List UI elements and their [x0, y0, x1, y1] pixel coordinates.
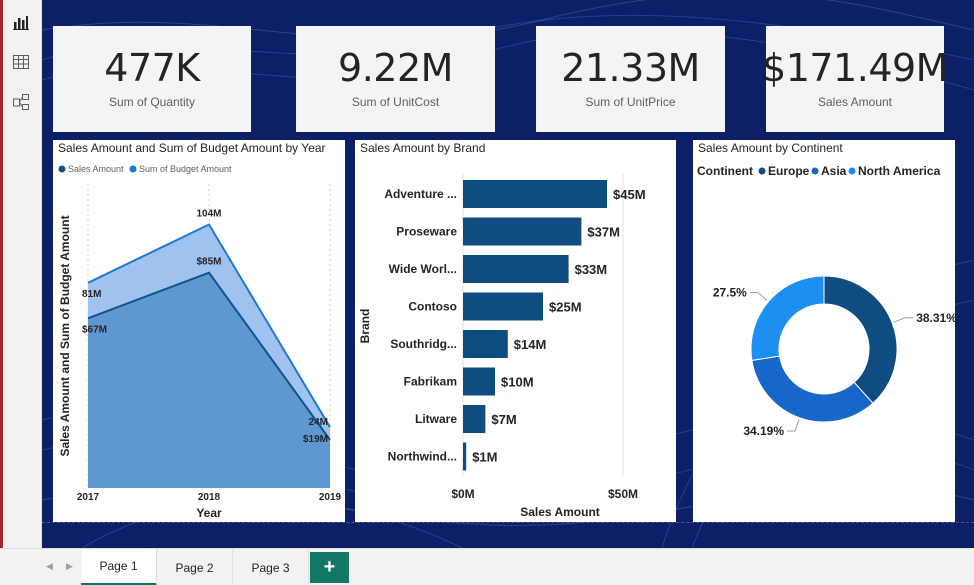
rail-accent-edge: [0, 0, 3, 548]
budget-data-label: 81M: [82, 289, 101, 300]
legend-item-sales: Sales Amount: [68, 164, 124, 174]
legend-marker-europe: [758, 167, 766, 175]
kpi-value: 21.33M: [561, 46, 700, 90]
x-tick-label: 2019: [319, 492, 342, 503]
x-tick-label: 2017: [77, 492, 100, 503]
kpi-card-unitcost[interactable]: 9.22M Sum of UnitCost: [296, 26, 495, 132]
legend-item-europe: Europe: [768, 164, 810, 178]
add-page-button[interactable]: +: [310, 552, 349, 583]
bar-chart: Adventure ... $45M Proseware $37M Wide Worl.…: [358, 174, 646, 519]
legend-marker-asia: [811, 167, 819, 175]
page-tab-bar: ◀ ▶ Page 1 Page 2 Page 3 +: [0, 548, 974, 585]
donut-chart: Continent Europe Asia North America 38.3…: [697, 164, 955, 438]
bar-data-label: $10M: [501, 375, 534, 390]
kpi-label: Sales Amount: [817, 95, 893, 109]
y-category-label: Wide Worl...: [389, 262, 457, 276]
bar-data-label: $14M: [514, 337, 547, 352]
y-category-label: Contoso: [408, 300, 457, 314]
budget-data-label: 104M: [196, 209, 221, 220]
bar-data-label: $1M: [472, 450, 497, 465]
kpi-label: Sum of Quantity: [108, 95, 196, 109]
slice-data-label: 34.19%: [743, 424, 784, 438]
donut-slice[interactable]: [751, 355, 874, 423]
bar[interactable]: [463, 292, 543, 321]
bar[interactable]: [463, 330, 508, 358]
model-view-icon[interactable]: [9, 90, 33, 114]
y-category-label: Northwind...: [388, 450, 457, 464]
next-page-arrow-icon[interactable]: ▶: [66, 561, 73, 572]
tab-page-1[interactable]: Page 1: [81, 549, 157, 585]
legend-marker-budget: [129, 165, 137, 173]
kpi-label: Sum of UnitCost: [351, 95, 440, 109]
x-axis-title: Sales Amount: [520, 505, 600, 519]
x-tick-label: $50M: [608, 487, 638, 501]
donut-legend: Continent Europe Asia North America: [697, 164, 941, 178]
leader-line: [893, 317, 914, 323]
legend-item-north-america: North America: [858, 164, 941, 178]
area-chart: Sales Amount Sum of Budget Amount 81M 10…: [58, 164, 342, 520]
y-category-label: Adventure ...: [384, 187, 457, 201]
leader-line: [787, 419, 800, 432]
x-axis-title: Year: [196, 506, 222, 520]
slice-data-label: 27.5%: [713, 285, 747, 299]
y-axis-title: Sales Amount and Sum of Budget Amount: [58, 215, 72, 456]
kpi-value: 9.22M: [338, 46, 453, 90]
sales-data-label: $67M: [82, 324, 107, 335]
bar-chart-visual[interactable]: Sales Amount by Brand Adventure ... $45M P…: [355, 140, 676, 522]
bar-data-label: $33M: [575, 262, 608, 277]
budget-data-label: 24M: [309, 417, 328, 428]
bar[interactable]: [463, 255, 569, 283]
leader-line: [749, 291, 768, 301]
report-view-icon[interactable]: [9, 10, 33, 34]
bar[interactable]: [463, 367, 495, 396]
x-tick-label: 2018: [198, 492, 221, 503]
kpi-card-sales-amount[interactable]: $171.49M Sales Amount: [762, 26, 948, 132]
tab-page-2[interactable]: Page 2: [157, 549, 233, 585]
area-legend: Sales Amount Sum of Budget Amount: [58, 164, 232, 174]
y-category-label: Proseware: [396, 225, 457, 239]
tab-page-3[interactable]: Page 3: [233, 549, 309, 585]
y-axis-title: Brand: [358, 309, 372, 344]
bar-data-label: $37M: [587, 225, 620, 240]
kpi-label: Sum of UnitPrice: [585, 95, 676, 109]
bar[interactable]: [463, 405, 486, 433]
donut-chart-visual[interactable]: Sales Amount by Continent Continent Euro…: [693, 140, 955, 522]
view-rail: [0, 0, 42, 548]
x-tick-label: $0M: [451, 487, 474, 501]
prev-page-arrow-icon[interactable]: ◀: [46, 561, 53, 572]
canvas-divider: [42, 522, 974, 523]
donut-slice[interactable]: [750, 275, 825, 361]
slice-data-label: 38.31%: [916, 311, 955, 325]
bar-series: Adventure ... $45M Proseware $37M Wide Worl.…: [384, 180, 646, 471]
kpi-card-quantity[interactable]: 477K Sum of Quantity: [53, 26, 251, 132]
area-chart-visual[interactable]: Sales Amount and Sum of Budget Amount by…: [53, 140, 345, 522]
donut-slices: 38.31% 34.19% 27.5%: [713, 275, 955, 438]
donut-slice[interactable]: [823, 275, 898, 404]
data-view-icon[interactable]: [9, 50, 33, 74]
legend-title: Continent: [697, 164, 753, 178]
bar-data-label: $45M: [613, 187, 646, 202]
bar[interactable]: [463, 217, 582, 246]
legend-marker-sales: [58, 165, 66, 173]
sales-data-label: $19M: [303, 434, 328, 445]
report-canvas: 477K Sum of Quantity 9.22M Sum of UnitCo…: [42, 0, 974, 548]
y-category-label: Southridg...: [390, 337, 457, 351]
kpi-value: $171.49M: [762, 46, 948, 90]
legend-item-asia: Asia: [821, 164, 847, 178]
bar-data-label: $7M: [491, 412, 516, 427]
legend-item-budget: Sum of Budget Amount: [139, 164, 232, 174]
y-category-label: Fabrikam: [404, 375, 457, 389]
bar[interactable]: [463, 442, 467, 471]
kpi-card-unitprice[interactable]: 21.33M Sum of UnitPrice: [536, 26, 725, 132]
sales-data-label: $85M: [196, 257, 221, 268]
kpi-value: 477K: [104, 46, 200, 90]
report-app: 477K Sum of Quantity 9.22M Sum of UnitCo…: [0, 0, 974, 585]
bar-data-label: $25M: [549, 300, 582, 315]
y-category-label: Litware: [415, 412, 457, 426]
legend-marker-north-america: [848, 167, 856, 175]
bar[interactable]: [463, 180, 607, 208]
